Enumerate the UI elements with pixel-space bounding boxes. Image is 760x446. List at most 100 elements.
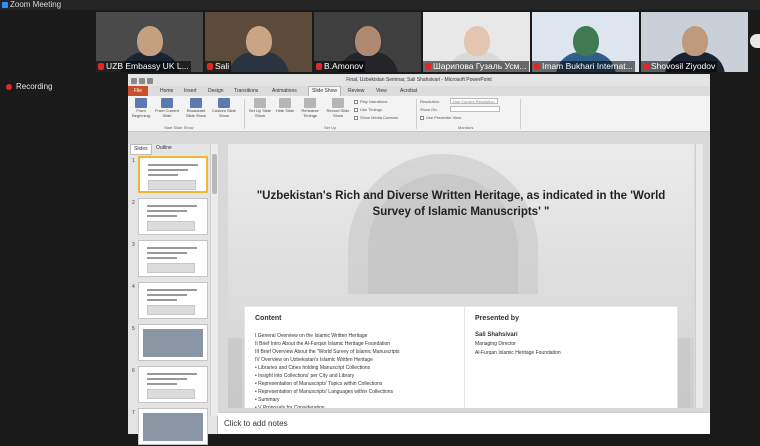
tab-slide-show[interactable]: Slide Show: [308, 86, 342, 96]
thumbnail-text-line: [148, 169, 188, 171]
participant-video: [245, 26, 272, 56]
slide-scrollbar[interactable]: [695, 144, 703, 408]
use-timings-checkbox[interactable]: Use Timings: [354, 107, 382, 112]
group-start-slide-show: Start Slide Show: [164, 125, 194, 130]
presenter-view-label: Use Presenter View: [426, 115, 462, 120]
show-on-dropdown[interactable]: [450, 106, 500, 112]
tab-view[interactable]: View: [376, 86, 387, 96]
slide-thumbnail[interactable]: [138, 366, 208, 403]
from-beginning-button[interactable]: From Beginning: [130, 98, 152, 118]
thumbnail-box: [147, 389, 195, 399]
tab-design[interactable]: Design: [208, 86, 224, 96]
tab-review[interactable]: Review: [348, 86, 364, 96]
play-narrations-checkbox[interactable]: Play Narrations: [354, 99, 387, 104]
use-timings-label: Use Timings: [360, 107, 383, 112]
tab-transitions[interactable]: Transitions: [234, 86, 258, 96]
checkbox-icon: [354, 116, 358, 120]
tab-slides[interactable]: Slides: [130, 144, 152, 155]
broadcast-label: Broadcast Slide Show: [185, 108, 206, 118]
scroll-thumb[interactable]: [212, 154, 217, 194]
tab-acrobat[interactable]: Acrobat: [400, 86, 417, 96]
content-item: IV Overview on Uzbekistan's Islamic Writ…: [255, 357, 373, 363]
thumbnail-text-line: [147, 383, 177, 385]
tab-file[interactable]: File: [128, 86, 149, 96]
tab-insert[interactable]: Insert: [184, 86, 197, 96]
slide-thumbnail[interactable]: [138, 240, 208, 277]
slide-thumbnail-row[interactable]: 4: [130, 282, 216, 320]
content-item: • Representation of Manuscripts' Languag…: [255, 389, 394, 395]
tab-outline[interactable]: Outline: [156, 144, 172, 153]
participant-tile[interactable]: Sali: [205, 12, 312, 72]
show-media-controls-label: Show Media Controls: [360, 115, 399, 120]
content-item: • V Proposals for Consideration: [255, 405, 325, 408]
zoom-icon: [2, 1, 8, 8]
custom-slide-show-label: Custom Slide Show: [212, 108, 236, 118]
recording-indicator[interactable]: Recording: [6, 82, 52, 91]
current-slide[interactable]: "Uzbekistan's Rich and Diverse Written H…: [228, 144, 694, 408]
rehearse-timings-button[interactable]: Rehearse Timings: [298, 98, 322, 118]
redo-icon[interactable]: [147, 78, 153, 84]
muted-mic-icon: [316, 63, 322, 70]
checkbox-icon: [354, 108, 358, 112]
slide-number: 5: [132, 326, 135, 332]
resolution-dropdown[interactable]: Use Current Resolution: [450, 98, 498, 104]
slide-thumbnail-row[interactable]: 3: [130, 240, 216, 278]
zoom-titlebar: Zoom Meeting: [0, 0, 760, 10]
participant-video: [572, 26, 599, 56]
tab-home[interactable]: Home: [160, 86, 173, 96]
slide-thumbnail[interactable]: [138, 198, 208, 235]
presenter-view-checkbox[interactable]: Use Presenter View: [420, 115, 461, 120]
slide-thumbnail-row[interactable]: 6: [130, 366, 216, 404]
participant-video: [136, 26, 163, 56]
slide-number: 1: [132, 158, 135, 164]
thumbnail-box: [147, 221, 195, 231]
muted-mic-icon: [425, 63, 431, 70]
slide-thumbnail-row[interactable]: 2: [130, 198, 216, 236]
participant-name: Shovosil Ziyodov: [641, 61, 718, 72]
from-current-slide-button[interactable]: From Current Slide: [155, 98, 179, 118]
notes-pane[interactable]: Click to add notes: [218, 412, 710, 434]
slide-thumbnail[interactable]: [138, 324, 208, 361]
participant-tile[interactable]: UZB Embassy UK L...: [96, 12, 203, 72]
record-slide-show-button[interactable]: Record Slide Show: [325, 98, 351, 118]
panel-tabs: Slides Outline: [128, 144, 217, 155]
slide-thumbnail[interactable]: [138, 282, 208, 319]
slides-panel-scrollbar[interactable]: [210, 144, 218, 416]
rehearse-icon: [304, 98, 316, 108]
broadcast-button[interactable]: Broadcast Slide Show: [183, 98, 209, 118]
participant-name: Шарипова Гузаль Усм...: [423, 61, 529, 72]
save-icon[interactable]: [131, 78, 137, 84]
participant-tile[interactable]: B.Amonov: [314, 12, 421, 72]
participant-tile[interactable]: Shovosil Ziyodov: [641, 12, 748, 72]
slide-number: 7: [132, 410, 135, 416]
presenter-name: Sali Shahsivari: [475, 332, 518, 338]
participant-tile[interactable]: Шарипова Гузаль Усм...: [423, 12, 530, 72]
slide-thumbnail[interactable]: [138, 156, 208, 193]
presenter-role: Managing Director: [475, 341, 516, 347]
undo-icon[interactable]: [139, 78, 145, 84]
hide-slide-label: Hide Slide: [275, 108, 295, 113]
slide-number: 3: [132, 242, 135, 248]
thumbnail-text-line: [147, 257, 177, 259]
thumbnail-box: [147, 305, 195, 315]
ribbon-separator: [416, 99, 417, 129]
slide-thumbnail-row[interactable]: 1: [130, 156, 216, 194]
checkbox-icon: [420, 116, 424, 120]
custom-slide-show-button[interactable]: Custom Slide Show: [212, 98, 236, 118]
powerpoint-window: Final, Uzbekistan Seminar, Sali Shahsiva…: [128, 74, 710, 445]
hide-slide-button[interactable]: Hide Slide: [275, 98, 295, 114]
rehearse-label: Rehearse Timings: [301, 108, 319, 118]
show-media-controls-checkbox[interactable]: Show Media Controls: [354, 115, 398, 120]
ribbon: From Beginning From Current Slide Broadc…: [128, 96, 710, 132]
custom-show-icon: [218, 98, 230, 108]
content-item: III Brief Overview About the "World Surv…: [255, 349, 400, 355]
slide-thumbnail-row[interactable]: 7: [130, 408, 216, 446]
next-page-button[interactable]: [750, 34, 760, 48]
tab-animations[interactable]: Animations: [272, 86, 297, 96]
set-up-slide-show-button[interactable]: Set Up Slide Show: [248, 98, 272, 118]
slide-title: "Uzbekistan's Rich and Diverse Written H…: [256, 190, 666, 218]
participant-tile[interactable]: Imam Bukhari Internat...: [532, 12, 639, 72]
slide-thumbnail-row[interactable]: 5: [130, 324, 216, 362]
hide-slide-icon: [279, 98, 291, 108]
slide-thumbnail[interactable]: [138, 408, 208, 445]
